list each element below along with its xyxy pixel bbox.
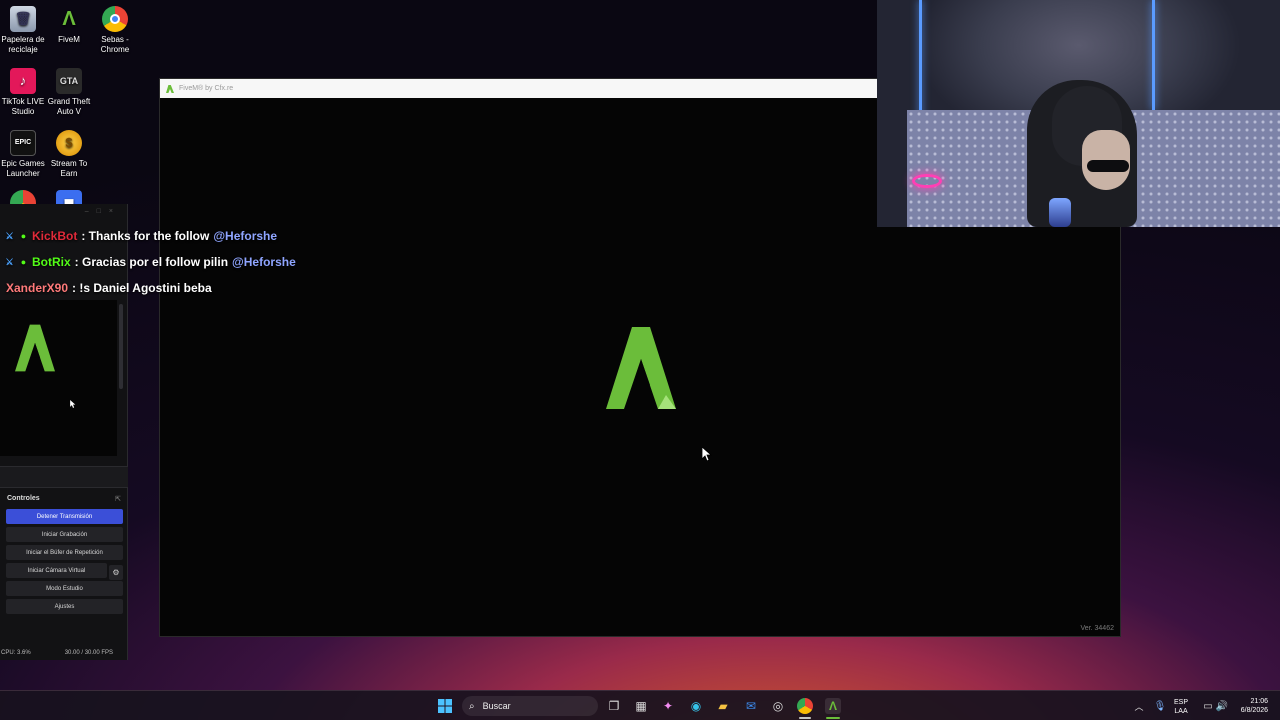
verified-badge-icon: ● xyxy=(20,231,27,241)
cpu-usage: CPU: 3.6% xyxy=(1,650,31,656)
mouse-cursor-icon xyxy=(702,447,712,461)
windows-start-icon[interactable] xyxy=(437,698,453,714)
start-virtual-camera-button[interactable]: Iniciar Cámara Virtual xyxy=(6,563,107,578)
desktop-icon-tiktok[interactable]: ♪ TikTok LIVE Studio xyxy=(0,68,46,117)
search-icon: ⌕ xyxy=(469,700,475,712)
mod-badge-icon: ⚔ xyxy=(5,230,14,241)
taskbar: ⌕ Buscar ❐ ▦ ✦ ◉ ▰ ✉ ◎ Λ ︿ 🎙 ESP LAA ▭ 🔊… xyxy=(0,690,1280,720)
widgets-icon[interactable]: ▦ xyxy=(633,698,649,714)
dock-options-icon[interactable]: ⇱ xyxy=(115,495,121,503)
recycle-bin-icon: 🗑 xyxy=(10,6,36,32)
desk-lamp xyxy=(1049,198,1071,227)
epic-games-icon: EPIC xyxy=(10,130,36,156)
language-line1: ESP xyxy=(1174,699,1189,706)
chat-text: : !s Daniel Agostini beba xyxy=(72,281,212,295)
desktop-icon-label: Grand Theft Auto V xyxy=(47,97,91,116)
fivem-icon xyxy=(166,84,174,93)
desktop-icon-fivem[interactable]: Λ FiveM xyxy=(46,6,92,45)
desktop-icon-stream-to-earn[interactable]: $ Stream To Earn xyxy=(46,130,92,179)
desktop-icon-label: FiveM xyxy=(58,35,80,44)
mail-icon[interactable]: ✉ xyxy=(743,698,759,714)
chevron-up-icon[interactable]: ︿ xyxy=(1131,698,1147,714)
fivem-icon[interactable]: Λ xyxy=(825,698,841,714)
clock[interactable]: 21:06 6/8/2026 xyxy=(1234,697,1268,715)
led-strip xyxy=(1152,0,1155,110)
chat-message: ⚔ ● KickBot : Thanks for the follow @Hef… xyxy=(4,229,277,243)
running-indicator xyxy=(826,717,840,719)
fivem-icon: Λ xyxy=(62,8,76,30)
stop-stream-button[interactable]: Detener Transmisión xyxy=(6,509,123,524)
window-title: FiveM® by Cfx.re xyxy=(179,85,234,92)
stream-to-earn-icon: $ xyxy=(56,130,82,156)
status-bar: CPU: 3.6% 30.00 / 30.00 FPS xyxy=(0,650,113,656)
webcam-feed xyxy=(877,0,1280,227)
sunglasses xyxy=(1087,160,1129,172)
chat-mention: @Heforshe xyxy=(213,229,278,243)
controls-title: Controles xyxy=(7,495,40,502)
desktop-icon-chrome[interactable]: Sebas - Chrome xyxy=(92,6,138,55)
desktop-icon-label: Stream To Earn xyxy=(50,159,88,178)
fivem-titlebar[interactable]: FiveM® by Cfx.re xyxy=(160,79,878,98)
copilot-icon[interactable]: ✦ xyxy=(660,698,676,714)
chrome-icon xyxy=(102,6,128,32)
dock-divider xyxy=(0,466,128,488)
mod-badge-icon: ⚔ xyxy=(5,256,14,267)
desktop-icon-label: Sebas - Chrome xyxy=(100,35,130,54)
start-recording-button[interactable]: Iniciar Grabación xyxy=(6,527,123,542)
studio-mode-button[interactable]: Modo Estudio xyxy=(6,581,123,596)
desktop-icon-gta[interactable]: GTA Grand Theft Auto V xyxy=(46,68,92,117)
file-explorer-icon[interactable]: ▰ xyxy=(715,698,731,714)
desktop-icon-label: Papelera de reciclaje xyxy=(1,35,45,54)
fivem-logo xyxy=(15,324,55,372)
chat-username: KickBot xyxy=(32,229,78,243)
edge-icon[interactable]: ◉ xyxy=(688,698,704,714)
chat-message: XanderX90 : !s Daniel Agostini beba xyxy=(6,281,212,295)
tiktok-icon: ♪ xyxy=(10,68,36,94)
mouse-cursor-icon xyxy=(70,400,76,408)
scrollbar[interactable] xyxy=(119,304,123,389)
clock-date: 6/8/2026 xyxy=(1240,707,1268,714)
chat-username: XanderX90 xyxy=(6,281,69,295)
chat-mention: @Heforshe xyxy=(232,255,296,269)
window-controls[interactable]: –□× xyxy=(85,208,121,215)
settings-button[interactable]: Ajustes xyxy=(6,599,123,614)
neon-light xyxy=(912,174,942,188)
gear-icon[interactable]: ⚙ xyxy=(109,565,123,580)
desktop-icon-recycle-bin[interactable]: 🗑 Papelera de reciclaje xyxy=(0,6,46,55)
desktop-icon-label: Epic Games Launcher xyxy=(1,159,45,178)
language-line2: LAA xyxy=(1174,708,1188,715)
chat-username: BotRix xyxy=(32,255,71,269)
running-indicator xyxy=(799,717,811,719)
task-view-icon[interactable]: ❐ xyxy=(606,698,622,714)
search-placeholder: Buscar xyxy=(482,701,511,711)
start-replay-buffer-button[interactable]: Iniciar el Búfer de Repetición xyxy=(6,545,123,560)
chat-message: ⚔ ● BotRix : Gracias por el follow pilin… xyxy=(4,255,296,269)
fivem-logo xyxy=(606,327,676,409)
gta-icon: GTA xyxy=(56,68,82,94)
version-label: Ver. 34462 xyxy=(1080,625,1114,632)
chat-text: : Gracias por el follow pilin xyxy=(74,255,229,269)
desktop-icon-epic[interactable]: EPIC Epic Games Launcher xyxy=(0,130,46,179)
microphone-icon[interactable]: 🎙 xyxy=(1152,698,1168,714)
chat-text: : Thanks for the follow xyxy=(81,229,210,243)
language-indicator[interactable]: ESP LAA xyxy=(1174,698,1188,716)
obs-preview[interactable] xyxy=(0,300,117,456)
obs-panel[interactable]: –□× Controles ⇱ Detener Transmisión Inic… xyxy=(0,204,128,660)
taskbar-search[interactable]: ⌕ Buscar xyxy=(462,696,598,716)
obs-icon[interactable]: ◎ xyxy=(770,698,786,714)
verified-badge-icon: ● xyxy=(20,257,27,267)
fps-counter: 30.00 / 30.00 FPS xyxy=(64,650,114,656)
chrome-icon[interactable] xyxy=(797,698,813,714)
clock-time: 21:06 xyxy=(1250,698,1268,705)
volume-icon[interactable]: 🔊 xyxy=(1214,698,1230,714)
desktop-icon-label: TikTok LIVE Studio xyxy=(1,97,45,116)
